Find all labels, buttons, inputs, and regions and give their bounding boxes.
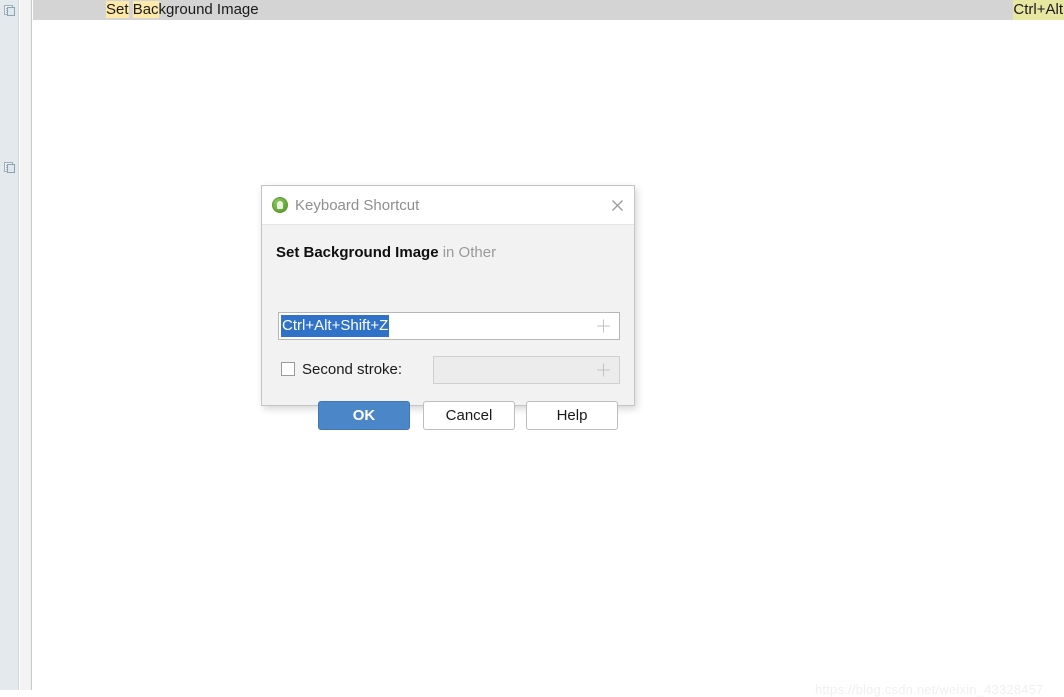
ide-background: Set Background Image Ctrl+Alt https://bl… [0,0,1064,697]
first-stroke-input[interactable]: Ctrl+Alt+Shift+Z [278,312,620,340]
help-button[interactable]: Help [526,401,618,430]
plus-icon [597,363,610,377]
dialog-body: Set Background Image in Other Ctrl+Alt+S… [262,225,634,430]
page-title-highlight-1: Set [106,1,129,18]
first-stroke-value: Ctrl+Alt+Shift+Z [281,315,390,337]
document-icon-overlay [7,7,15,16]
settings-header-strip: Set Background Image Ctrl+Alt [33,0,1064,20]
plus-icon[interactable] [597,319,610,333]
dialog-button-row: OK Cancel Help [262,401,636,431]
page-title-rest: kground Image [158,1,259,18]
android-studio-icon [272,197,288,213]
second-stroke-row: Second stroke: [278,356,620,384]
sidebar-item-tool-window-top[interactable] [3,4,16,17]
page-title-highlight-2: Bac [132,1,159,18]
second-stroke-input[interactable] [433,356,620,384]
cancel-button[interactable]: Cancel [423,401,515,430]
left-tool-stripe [0,0,19,690]
close-icon[interactable] [609,197,626,214]
dialog-titlebar: Keyboard Shortcut [262,186,634,225]
action-name: Set Background Image [276,244,439,261]
stripe-gutter [20,0,32,690]
second-stroke-label: Second stroke: [302,361,403,378]
second-stroke-checkbox[interactable] [281,362,295,376]
dialog-title: Keyboard Shortcut [295,197,420,214]
assigned-shortcut-badge: Ctrl+Alt [1013,0,1064,20]
action-scope: in Other [442,244,497,261]
document-icon-overlay [7,164,15,173]
sidebar-item-tool-window-bottom[interactable] [3,161,16,174]
keyboard-shortcut-dialog: Keyboard Shortcut Set Background Image i… [261,185,635,430]
page-title: Set Background Image [106,0,259,20]
ok-button[interactable]: OK [318,401,410,430]
action-description: Set Background Image in Other [276,244,496,261]
